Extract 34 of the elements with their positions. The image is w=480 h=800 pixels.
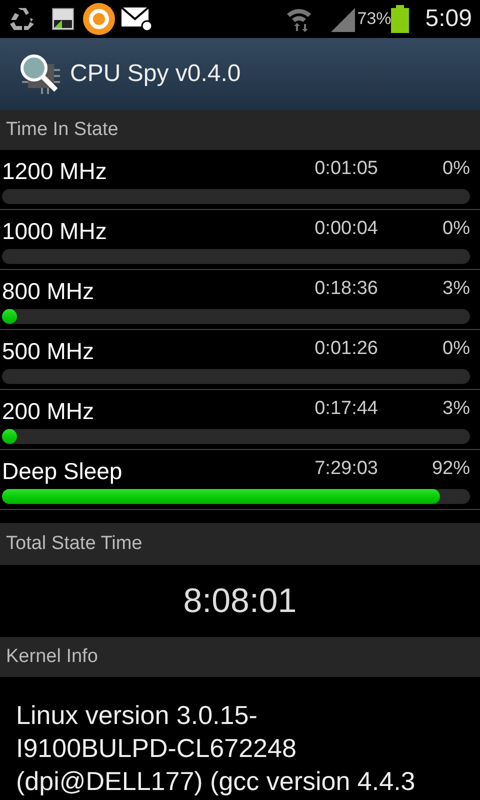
state-time: 7:29:03 — [314, 456, 378, 481]
signal-icon — [329, 6, 358, 32]
app-logo-icon — [18, 52, 62, 96]
notification-app-icon — [82, 2, 116, 36]
state-name: 800 MHz — [2, 280, 96, 304]
state-time: 0:01:05 — [314, 156, 378, 181]
clock: 5:09 — [424, 4, 472, 34]
battery-percentage: 73% — [357, 8, 392, 30]
state-percent: 0% — [442, 336, 471, 361]
state-time: 0:17:44 — [314, 396, 378, 421]
state-percent: 92% — [430, 456, 471, 481]
state-name: 500 MHz — [2, 340, 96, 364]
state-name: 1200 MHz — [2, 160, 108, 184]
state-name: 1000 MHz — [2, 220, 108, 244]
mail-icon — [120, 6, 154, 32]
state-percent: 3% — [442, 276, 471, 301]
section-header: Kernel Info — [0, 637, 480, 677]
state-name: 200 MHz — [2, 400, 96, 424]
state-name: Deep Sleep — [2, 460, 124, 484]
wifi-icon — [285, 6, 314, 32]
network-3g-icon — [52, 8, 74, 30]
state-time: 0:18:36 — [314, 276, 378, 301]
section-header: Time In State — [0, 110, 480, 150]
section-header: Total State Time — [0, 523, 480, 565]
app-title: CPU Spy v0.4.0 — [70, 59, 241, 89]
state-time: 0:01:26 — [314, 336, 378, 361]
kernel-version-text: Linux version 3.0.15- I9100BULPD-CL672248 (dpi@DELL177) (gcc version 4.4.3 — [16, 700, 416, 796]
state-time: 0:00:04 — [314, 216, 378, 241]
battery-icon — [391, 5, 410, 33]
state-percent: 3% — [442, 396, 471, 421]
state-percent: 0% — [442, 156, 471, 181]
recycle-icon — [8, 6, 36, 32]
state-percent: 0% — [442, 216, 471, 241]
total-time: 8:08:01 — [183, 580, 297, 622]
